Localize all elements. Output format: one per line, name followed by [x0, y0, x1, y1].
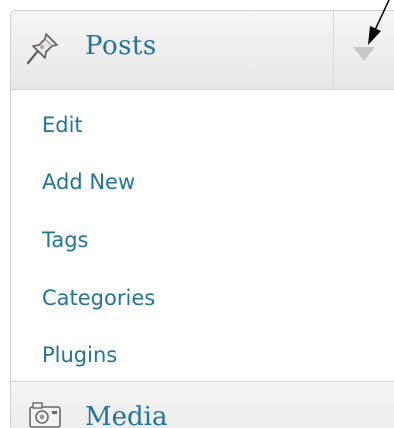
submenu-toggle-button[interactable]	[334, 11, 394, 89]
admin-sidebar-menu: Posts Edit Add New Tags Categories Plugi…	[10, 10, 394, 428]
submenu-item-add-new[interactable]: Add New	[42, 168, 135, 196]
submenu-item-plugins[interactable]: Plugins	[42, 341, 117, 369]
pushpin-icon	[26, 33, 58, 65]
posts-submenu: Edit Add New Tags Categories Plugins	[11, 90, 394, 381]
posts-menu-label[interactable]: Posts	[85, 28, 157, 64]
submenu-item-categories[interactable]: Categories	[42, 284, 155, 312]
media-menu-label[interactable]: Media	[85, 399, 167, 428]
posts-menu-header[interactable]: Posts	[11, 11, 394, 90]
screenshot-canvas: Posts Edit Add New Tags Categories Plugi…	[0, 0, 394, 428]
submenu-item-tags[interactable]: Tags	[42, 226, 89, 254]
submenu-item-edit[interactable]: Edit	[42, 111, 83, 139]
media-menu-header[interactable]: Media	[11, 381, 394, 428]
camera-icon	[29, 402, 61, 428]
triangle-down-icon	[353, 47, 375, 61]
